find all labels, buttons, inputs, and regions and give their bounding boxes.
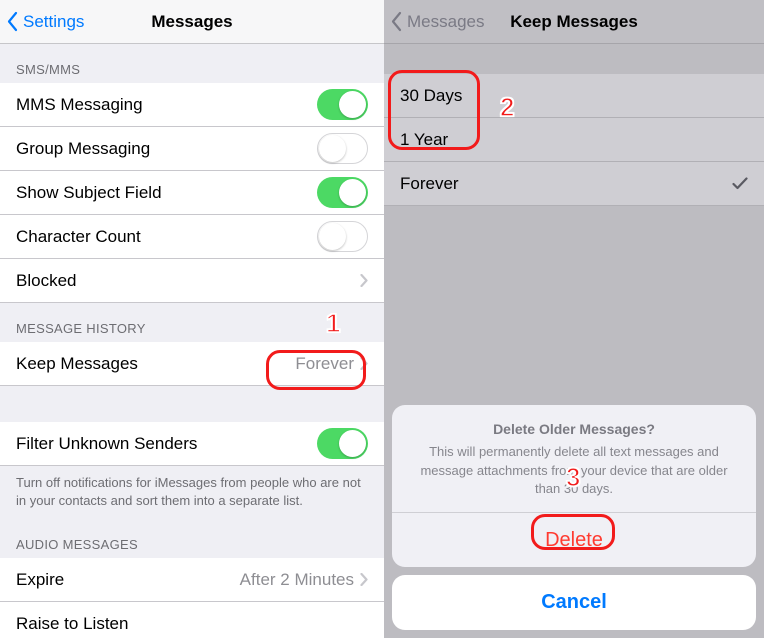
toggle-filter-unknown[interactable] [317, 428, 368, 459]
nav-title: Keep Messages [510, 12, 638, 32]
nav-bar: Settings Messages [0, 0, 384, 44]
nav-back-label: Messages [407, 12, 484, 32]
section-header-smsmms: SMS/MMS [0, 44, 384, 83]
nav-title: Messages [151, 12, 232, 32]
toggle-group[interactable] [317, 133, 368, 164]
toggle-mms[interactable] [317, 89, 368, 120]
chevron-right-icon [360, 357, 368, 370]
checkmark-icon [732, 177, 748, 190]
nav-back-label: Settings [23, 12, 84, 32]
nav-bar: Messages Keep Messages [384, 0, 764, 44]
cancel-button[interactable]: Cancel [392, 575, 756, 630]
chevron-left-icon [6, 11, 19, 32]
row-label: Show Subject Field [16, 183, 317, 203]
chevron-right-icon [360, 274, 368, 287]
action-sheet: Delete Older Messages? This will permane… [384, 397, 764, 638]
row-group-messaging[interactable]: Group Messaging [0, 127, 384, 171]
delete-button[interactable]: Delete [392, 512, 756, 567]
section-header-history: MESSAGE HISTORY [0, 303, 384, 342]
toggle-charcount[interactable] [317, 221, 368, 252]
action-sheet-title: Delete Older Messages? [410, 421, 738, 437]
row-filter-unknown[interactable]: Filter Unknown Senders [0, 422, 384, 466]
section-header-audio: AUDIO MESSAGES [0, 519, 384, 558]
keep-messages-pane: Messages Keep Messages 30 Days 1 Year Fo… [384, 0, 764, 638]
row-blocked[interactable]: Blocked [0, 259, 384, 303]
row-label: Raise to Listen [16, 614, 368, 634]
row-label: Group Messaging [16, 139, 317, 159]
row-label: Expire [16, 570, 240, 590]
option-label: 1 Year [400, 130, 748, 150]
row-label: MMS Messaging [16, 95, 317, 115]
option-label: Forever [400, 174, 732, 194]
row-keep-messages[interactable]: Keep Messages Forever [0, 342, 384, 386]
settings-messages-pane: Settings Messages SMS/MMS MMS Messaging … [0, 0, 384, 638]
action-sheet-card: Delete Older Messages? This will permane… [392, 405, 756, 567]
row-show-subject[interactable]: Show Subject Field [0, 171, 384, 215]
action-sheet-message: This will permanently delete all text me… [410, 443, 738, 498]
row-label: Keep Messages [16, 354, 295, 374]
option-label: 30 Days [400, 86, 748, 106]
option-30-days[interactable]: 30 Days [384, 74, 764, 118]
row-character-count[interactable]: Character Count [0, 215, 384, 259]
nav-back-settings[interactable]: Settings [6, 0, 84, 43]
row-detail-value: Forever [295, 354, 354, 374]
row-raise-to-listen[interactable]: Raise to Listen [0, 602, 384, 638]
row-detail-value: After 2 Minutes [240, 570, 354, 590]
row-label: Character Count [16, 227, 317, 247]
option-forever[interactable]: Forever [384, 162, 764, 206]
toggle-subject[interactable] [317, 177, 368, 208]
nav-back-messages[interactable]: Messages [390, 0, 484, 43]
chevron-right-icon [360, 573, 368, 586]
row-label: Blocked [16, 271, 360, 291]
chevron-left-icon [390, 11, 403, 32]
row-mms-messaging[interactable]: MMS Messaging [0, 83, 384, 127]
action-sheet-header: Delete Older Messages? This will permane… [392, 405, 756, 512]
option-1-year[interactable]: 1 Year [384, 118, 764, 162]
row-expire[interactable]: Expire After 2 Minutes [0, 558, 384, 602]
row-label: Filter Unknown Senders [16, 434, 317, 454]
section-footer-filter: Turn off notifications for iMessages fro… [0, 466, 384, 519]
